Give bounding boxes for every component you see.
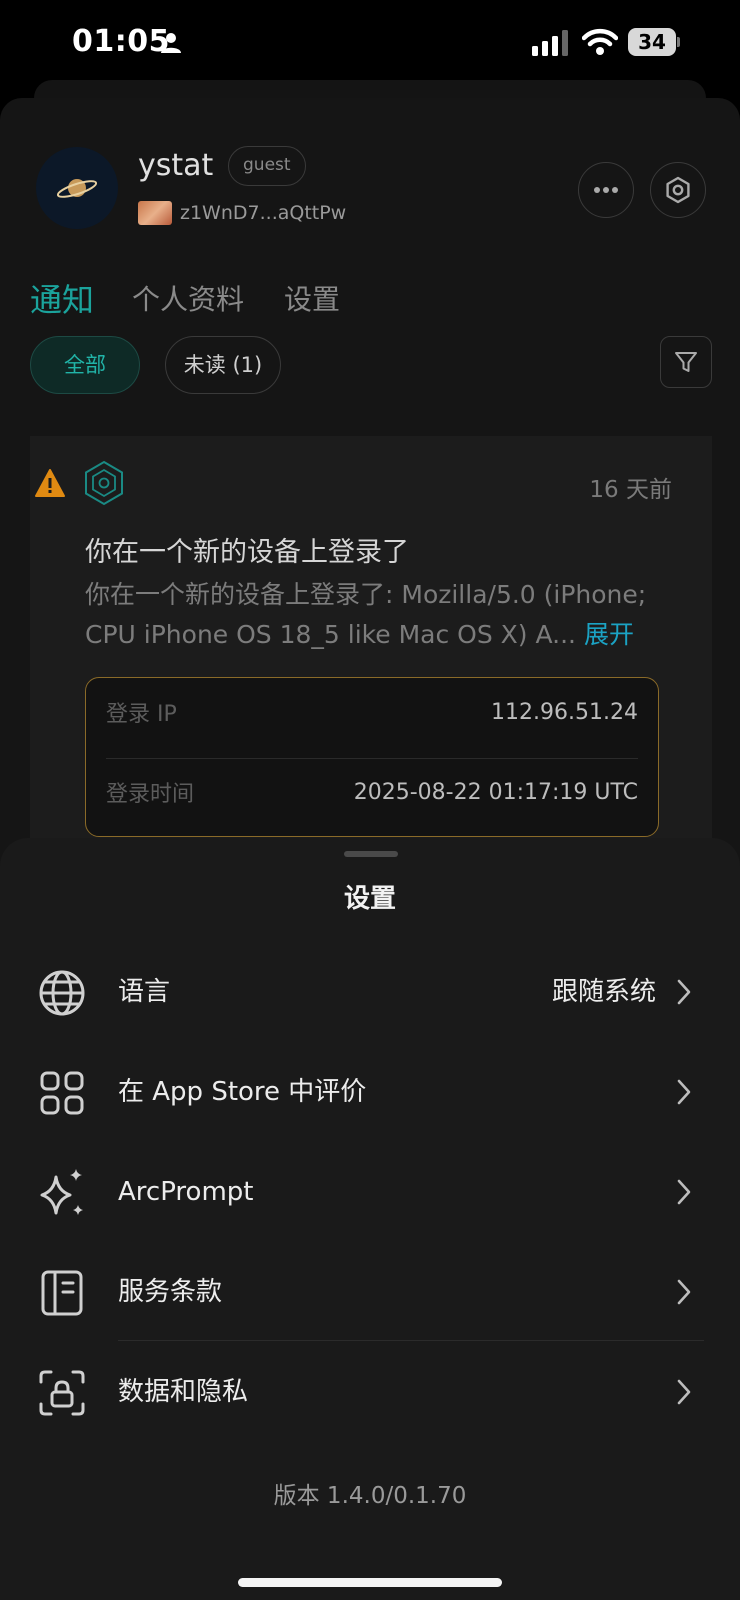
username: ystat: [138, 148, 214, 183]
globe-icon: [36, 967, 88, 1019]
menu-item-arcprompt[interactable]: ArcPrompt: [0, 1142, 740, 1242]
sheet-grabber[interactable]: [344, 851, 398, 857]
menu-label: 在 App Store 中评价: [118, 1077, 367, 1107]
settings-hexagon-icon: [666, 176, 690, 204]
sparkle-icon: [36, 1167, 88, 1219]
app-logo-icon: [82, 460, 126, 510]
notification-body: 你在一个新的设备上登录了: Mozilla/5.0 (iPhone; CPU i…: [85, 575, 670, 655]
tab-profile[interactable]: 个人资料: [132, 278, 244, 318]
more-dots-icon: [594, 187, 618, 193]
detail-value: 2025-08-22 01:17:19 UTC: [353, 779, 638, 805]
filter-button[interactable]: [660, 336, 712, 388]
notebook-icon: [36, 1267, 88, 1319]
menu-item-rate-app-store[interactable]: 在 App Store 中评价: [0, 1042, 740, 1142]
menu-divider: [118, 1340, 704, 1341]
planet-icon: [56, 179, 98, 198]
detail-label: 登录 IP: [106, 702, 177, 727]
menu-label: 数据和隐私: [118, 1377, 249, 1407]
sheet-title: 设置: [343, 884, 396, 914]
settings-button[interactable]: [650, 162, 706, 218]
chevron-right-icon: [676, 1378, 692, 1410]
privacy-lock-icon: [36, 1367, 88, 1419]
funnel-icon: [675, 352, 697, 372]
role-badge: guest: [228, 146, 306, 186]
chevron-right-icon: [676, 1078, 692, 1110]
wallet-address: z1WnD7...aQttPw: [180, 202, 347, 224]
menu-item-terms-of-service[interactable]: 服务条款: [0, 1242, 740, 1342]
filter-chip-unread[interactable]: 未读 (1): [165, 336, 281, 394]
chevron-right-icon: [676, 1278, 692, 1310]
warning-icon: [34, 468, 66, 502]
expand-link[interactable]: 展开: [584, 620, 634, 649]
tab-notifications[interactable]: 通知: [30, 275, 94, 321]
avatar[interactable]: [36, 147, 118, 229]
tab-settings[interactable]: 设置: [284, 278, 340, 318]
filter-chip-all[interactable]: 全部: [30, 336, 140, 394]
person-icon: [160, 32, 182, 58]
detail-row-ip: 登录 IP 112.96.51.24: [106, 678, 638, 746]
battery-indicator: 34: [628, 28, 680, 56]
notification-time: 16 天前: [589, 477, 672, 503]
apps-grid-icon: [36, 1067, 88, 1119]
menu-label: 语言: [118, 977, 171, 1007]
wallet-thumbnail: [138, 201, 172, 225]
login-details-box: 登录 IP 112.96.51.24 登录时间 2025-08-22 01:17…: [85, 677, 659, 837]
menu-label: ArcPrompt: [118, 1177, 254, 1207]
status-bar: 01:05 34: [0, 0, 740, 88]
app-version: 版本 1.4.0/0.1.70: [273, 1483, 467, 1509]
chevron-right-icon: [676, 1178, 692, 1210]
notification-body-text: 你在一个新的设备上登录了: Mozilla/5.0 (iPhone; CPU i…: [85, 580, 647, 649]
detail-value: 112.96.51.24: [491, 699, 638, 725]
menu-value: 跟随系统: [551, 977, 656, 1007]
notification-title: 你在一个新的设备上登录了: [85, 537, 409, 568]
menu-item-language[interactable]: 语言 跟随系统: [0, 942, 740, 1042]
wallet-address-row[interactable]: z1WnD7...aQttPw: [138, 200, 346, 226]
cellular-signal-icon: [532, 30, 572, 60]
menu-item-data-privacy[interactable]: 数据和隐私: [0, 1342, 740, 1442]
battery-level: 34: [638, 30, 666, 54]
more-button[interactable]: [578, 162, 634, 218]
menu-label: 服务条款: [118, 1277, 223, 1307]
detail-label: 登录时间: [106, 782, 195, 807]
status-time: 01:05: [72, 24, 170, 59]
detail-row-time: 登录时间 2025-08-22 01:17:19 UTC: [106, 758, 638, 826]
home-indicator[interactable]: [238, 1578, 502, 1587]
chevron-right-icon: [676, 978, 692, 1010]
wifi-icon: [581, 28, 619, 60]
